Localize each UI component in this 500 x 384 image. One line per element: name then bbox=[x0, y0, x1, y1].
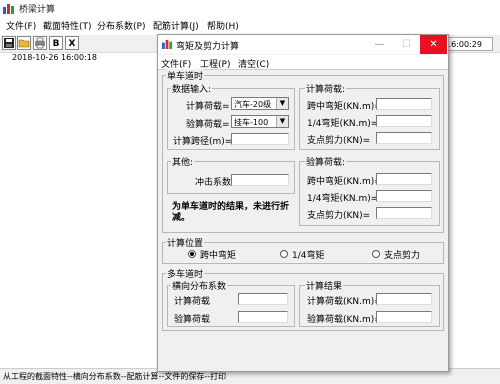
bold-button[interactable]: B bbox=[49, 36, 63, 50]
main-datetime: 2018-10-26 16:00:18 bbox=[12, 53, 97, 62]
calc-quarter-moment-field[interactable] bbox=[376, 115, 432, 127]
calc-mid-moment-field[interactable] bbox=[376, 98, 432, 110]
calc-support-shear-label: 支点剪力(KN)= bbox=[307, 136, 371, 146]
chevron-down-icon[interactable]: ▼ bbox=[276, 116, 288, 127]
maximize-icon[interactable]: ☐ bbox=[393, 35, 420, 54]
check-mid-moment-field[interactable] bbox=[376, 173, 432, 185]
app-logo-icon bbox=[3, 4, 14, 14]
dist-check-load-label: 验算荷载 bbox=[174, 315, 211, 325]
check-support-shear-label: 支点剪力(KN)= bbox=[307, 211, 371, 221]
check-support-shear-field[interactable] bbox=[376, 207, 432, 219]
calc-load-result-title: 计算荷载: bbox=[305, 82, 347, 95]
impact-input[interactable] bbox=[231, 174, 289, 186]
span-input[interactable] bbox=[231, 133, 289, 145]
radio-support-shear[interactable] bbox=[372, 250, 380, 258]
calc-load-value: 汽车-20级 bbox=[234, 100, 272, 109]
multi-check-load-label: 验算荷载(KN.m)= bbox=[307, 315, 382, 325]
open-folder-icon[interactable] bbox=[17, 36, 31, 50]
menu-help[interactable]: 帮助(H) bbox=[207, 19, 239, 32]
dialog-title-bar: 弯矩及剪力计算 — ☐ ✕ bbox=[158, 35, 448, 54]
check-mid-moment-label: 跨中弯矩(KN.m)= bbox=[307, 177, 382, 187]
radio-quarter-moment[interactable] bbox=[280, 250, 288, 258]
moment-shear-dialog: 弯矩及剪力计算 — ☐ ✕ 文件(F) 工程(P) 清空(C) 单车道时 数据输… bbox=[157, 34, 449, 372]
app-title: 桥梁计算 bbox=[19, 5, 56, 15]
dialog-menu-project[interactable]: 工程(P) bbox=[200, 57, 230, 70]
calc-position-title: 计算位置 bbox=[166, 236, 205, 249]
dialog-menubar: 文件(F) 工程(P) 清空(C) bbox=[158, 55, 448, 70]
radio-quarter-moment-label[interactable]: 1/4弯矩 bbox=[292, 248, 325, 261]
radio-mid-moment-label[interactable]: 跨中弯矩 bbox=[200, 248, 236, 261]
dist-calc-load-label: 计算荷载 bbox=[174, 297, 211, 307]
dialog-title: 弯矩及剪力计算 bbox=[176, 42, 240, 52]
close-icon[interactable]: ✕ bbox=[420, 35, 447, 54]
menu-distribution[interactable]: 分布系数(P) bbox=[97, 19, 145, 32]
minimize-icon[interactable]: — bbox=[366, 35, 393, 54]
span-label: 计算跨径(m)= bbox=[173, 137, 233, 147]
menu-section-props[interactable]: 截面特性(T) bbox=[43, 19, 92, 32]
dist-calc-load-input[interactable] bbox=[238, 293, 288, 305]
main-title-bar bbox=[0, 0, 500, 17]
single-lane-title: 单车道时 bbox=[166, 69, 205, 82]
calc-support-shear-field[interactable] bbox=[376, 132, 432, 144]
calc-load-label: 计算荷载= bbox=[186, 102, 230, 112]
delete-button[interactable]: X bbox=[65, 36, 79, 50]
save-icon[interactable] bbox=[2, 36, 16, 50]
multi-calc-load-label: 计算荷载(KN.m)= bbox=[307, 297, 382, 307]
calc-load-select[interactable]: 汽车-20级 ▼ bbox=[231, 97, 289, 110]
check-quarter-moment-field[interactable] bbox=[376, 190, 432, 202]
dialog-logo-icon bbox=[162, 39, 173, 49]
other-title: 其他: bbox=[171, 155, 195, 168]
check-load-result-title: 验算荷载: bbox=[305, 155, 347, 168]
calc-mid-moment-label: 跨中弯矩(KN.m)= bbox=[307, 102, 382, 112]
check-quarter-moment-label: 1/4弯矩(KN.m)= bbox=[307, 194, 379, 204]
check-load-label: 验算荷载= bbox=[186, 120, 230, 130]
print-icon[interactable] bbox=[33, 36, 47, 50]
menu-file[interactable]: 文件(F) bbox=[6, 19, 36, 32]
dialog-menu-clear[interactable]: 清空(C) bbox=[238, 57, 269, 70]
check-load-value: 挂车-100 bbox=[234, 118, 269, 127]
dist-check-load-input[interactable] bbox=[238, 311, 288, 323]
check-load-select[interactable]: 挂车-100 ▼ bbox=[231, 115, 289, 128]
dist-coef-title: 横向分布系数 bbox=[171, 279, 228, 292]
menu-reinforcement[interactable]: 配筋计算(J) bbox=[153, 19, 199, 32]
multi-check-load-field[interactable] bbox=[376, 311, 432, 323]
radio-support-shear-label[interactable]: 支点剪力 bbox=[384, 248, 420, 261]
result-note: 为单车道时的结果，未进行折减。 bbox=[172, 202, 290, 223]
chevron-down-icon[interactable]: ▼ bbox=[276, 98, 288, 109]
time-display: 16:00:29 bbox=[443, 37, 493, 51]
calc-quarter-moment-label: 1/4弯矩(KN.m)= bbox=[307, 119, 379, 129]
data-input-title: 数据输入: bbox=[171, 82, 213, 95]
status-text: 从工程的截面特性--横向分布系数--配筋计算--文件的保存--打印 bbox=[3, 372, 227, 381]
radio-mid-moment[interactable] bbox=[188, 250, 196, 258]
main-menubar: 文件(F) 截面特性(T) 分布系数(P) 配筋计算(J) 帮助(H) bbox=[0, 17, 500, 34]
multi-calc-load-field[interactable] bbox=[376, 293, 432, 305]
multi-result-title: 计算结果 bbox=[305, 279, 344, 292]
